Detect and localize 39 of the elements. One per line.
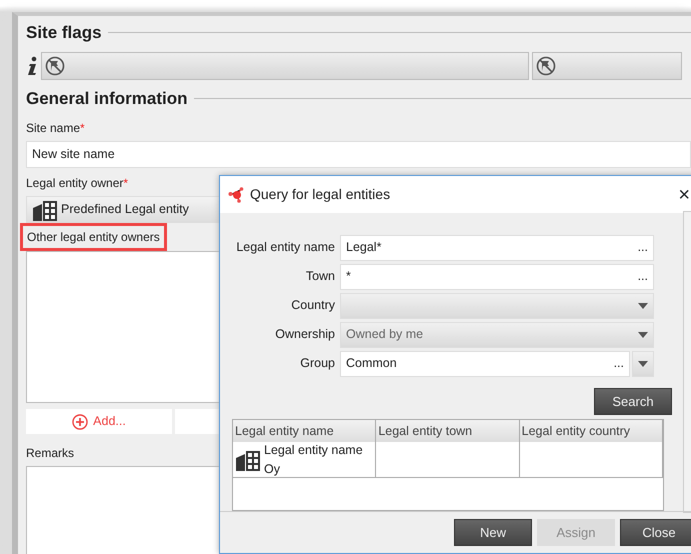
dropdown-arrow-icon — [638, 360, 648, 366]
no-flag-icon — [536, 56, 556, 76]
field-label: Group — [299, 355, 336, 372]
dropdown-field[interactable]: Owned by me — [340, 322, 654, 348]
dialog-button[interactable]: New — [454, 519, 532, 546]
section-title: Site flags — [26, 22, 102, 44]
no-flag-icon — [45, 56, 65, 76]
field-label: Country — [290, 297, 336, 314]
dropdown-arrow-icon — [638, 332, 648, 338]
dialog-button[interactable]: Close — [620, 519, 691, 546]
close-button[interactable]: × — [678, 184, 690, 204]
column-header[interactable]: Legal entity town — [376, 420, 520, 442]
plus-icon — [72, 414, 88, 430]
molecule-logo-icon — [228, 186, 246, 202]
flag-bar[interactable] — [532, 52, 682, 80]
dropdown-button[interactable] — [632, 350, 654, 376]
building-icon — [32, 198, 58, 220]
field-label: Ownership — [274, 326, 336, 344]
input-field[interactable]: Legal* ... — [340, 234, 654, 260]
building-icon — [235, 448, 261, 470]
input-field[interactable]: Common ... — [340, 350, 630, 376]
site-name-field[interactable]: New site name — [26, 141, 691, 168]
search-button[interactable]: Search — [594, 388, 672, 415]
field-label: Town — [304, 268, 336, 286]
dialog-title: Query for legal entities — [250, 185, 392, 204]
section-title: General information — [26, 88, 188, 110]
column-header[interactable]: Legal entity country — [520, 420, 663, 442]
field-label: Legal entity owner* — [26, 175, 128, 192]
dropdown-field[interactable] — [340, 292, 654, 318]
field-label: Site name* — [26, 120, 85, 137]
dropdown-arrow-icon — [638, 302, 648, 308]
highlighted-label: Other legal entity owners — [20, 223, 167, 251]
info-icon — [26, 56, 38, 76]
column-header[interactable]: Legal entity name — [233, 420, 376, 442]
add-button[interactable]: Add... — [26, 409, 172, 434]
field-label: Remarks — [26, 445, 74, 462]
entity-name: Legal entity name Oy — [264, 442, 364, 478]
input-field[interactable]: * ... — [340, 264, 654, 290]
field-label: Legal entity name — [235, 239, 336, 256]
